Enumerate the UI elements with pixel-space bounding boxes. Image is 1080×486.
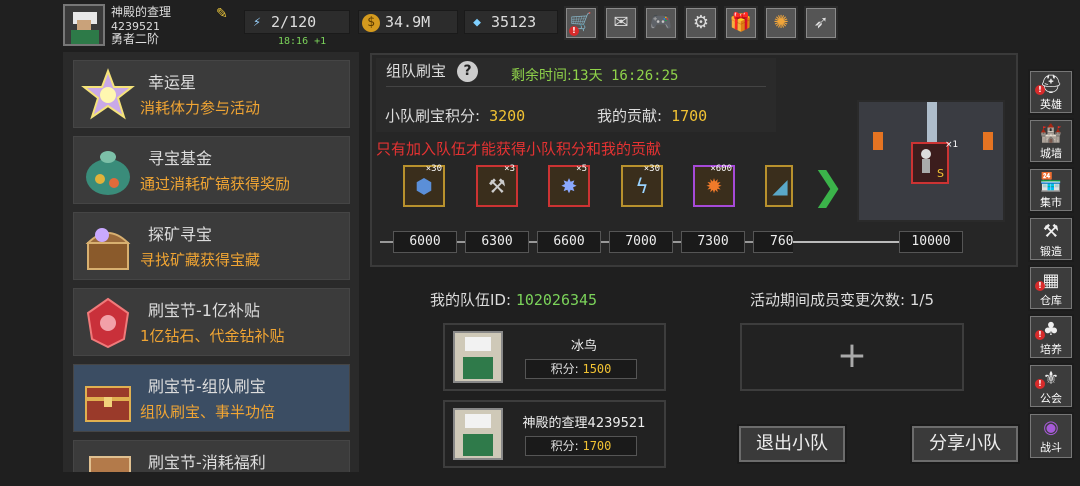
gold-counter[interactable]: $ 34.9M: [358, 10, 458, 34]
lightning-icon: ϟ: [635, 174, 649, 198]
help-icon[interactable]: ?: [457, 61, 478, 82]
sidebar-item-battle[interactable]: ◉ 战斗: [1028, 412, 1074, 460]
diamond-icon: ◆: [473, 15, 481, 30]
player-avatar[interactable]: [63, 4, 105, 46]
mail-icon: ✉: [613, 12, 629, 33]
lightning-icon: ⚡: [253, 15, 261, 30]
dungeon-scene: S ×1: [857, 100, 1005, 222]
panel-title: 组队刷宝: [386, 62, 447, 80]
reward-item[interactable]: ⬢ ×30: [403, 164, 445, 207]
gamepad-button[interactable]: 🎮: [644, 6, 678, 40]
red-gem-icon: [80, 295, 136, 351]
join-warning: 只有加入队伍才能获得小队积分和我的贡献: [376, 140, 662, 158]
player-name: 神殿的查理: [111, 5, 172, 19]
dark-item-icon: ◢: [772, 174, 788, 198]
stamina-timer: 18:16 +1: [278, 36, 327, 47]
shop-cart-button[interactable]: 🛒!: [564, 6, 598, 40]
reward-item[interactable]: ⚒ ×3: [476, 164, 518, 207]
member-avatar: [453, 408, 503, 460]
scroll-icon: [80, 447, 136, 472]
sidebar-item-hero[interactable]: ⛑ 英雄!: [1028, 69, 1074, 115]
edit-icon[interactable]: ✎: [216, 6, 232, 22]
aperture-icon: ✺: [773, 12, 789, 33]
sidebar-item-warehouse[interactable]: ▦ 仓库!: [1028, 265, 1074, 311]
reward-item[interactable]: ✹ ×600: [693, 164, 735, 207]
event-item-subsidy[interactable]: 刷宝节-1亿补贴 1亿钻石、代金钻补贴: [73, 288, 350, 356]
anvil-icon: ⚒: [1042, 221, 1060, 242]
milestone-label: 6000: [393, 231, 457, 253]
milestone-label: 6600: [537, 231, 601, 253]
feather-icon: ➶: [813, 12, 829, 33]
treasure-fund-icon: [80, 143, 136, 199]
team-id: 我的队伍ID: 102026345: [430, 291, 598, 309]
add-member-button[interactable]: +: [740, 323, 964, 391]
leave-team-button[interactable]: 退出小队: [737, 424, 847, 464]
milestone-track-end: [790, 241, 900, 243]
diamond-counter[interactable]: ◆ 35123: [464, 10, 558, 34]
divider: [386, 86, 766, 87]
event-item-treasure-fund[interactable]: 寻宝基金 通过消耗矿镐获得奖励: [73, 136, 350, 204]
aperture-button[interactable]: ✺: [764, 6, 798, 40]
event-item-consume-welfare[interactable]: 刷宝节-消耗福利: [73, 440, 350, 472]
remaining-time: 剩余时间:13天 16:26:25: [511, 68, 679, 84]
event-item-mining[interactable]: 探矿寻宝 寻找矿藏获得宝藏: [73, 212, 350, 280]
stamina-counter[interactable]: ⚡ 2/120: [244, 10, 350, 34]
market-icon: 🏪: [1039, 172, 1063, 193]
team-member-card[interactable]: 冰鸟 积分: 1500: [443, 323, 666, 391]
gamepad-icon: 🎮: [649, 12, 673, 33]
pickaxe-icon: ⚒: [488, 174, 506, 198]
ore-icon: ⬢: [415, 174, 433, 198]
gift-icon: 🎁: [729, 12, 753, 33]
mail-button[interactable]: ✉: [604, 6, 638, 40]
fire-orb-icon: ✹: [705, 174, 723, 198]
portal-icon: ◉: [1043, 417, 1059, 438]
member-score: 积分: 1700: [525, 436, 637, 456]
player-rank: 勇者二阶: [111, 32, 160, 46]
chevron-right-icon[interactable]: ❯: [812, 165, 844, 207]
milestone-label: 6300: [465, 231, 529, 253]
event-list[interactable]: 幸运星 消耗体力参与活动 寻宝基金 通过消耗矿镐获得奖励 探矿寻宝 寻找矿藏获得…: [63, 52, 359, 472]
milestone-label-final: 10000: [899, 231, 963, 253]
sidebar-item-forge[interactable]: ⚒ 锻造: [1028, 216, 1074, 262]
team-score: 小队刷宝积分: 3200: [385, 107, 526, 125]
member-avatar: [453, 331, 503, 383]
event-item-lucky-star[interactable]: 幸运星 消耗体力参与活动: [73, 60, 350, 128]
event-item-team-farming[interactable]: 刷宝节-组队刷宝 组队刷宝、事半功倍: [73, 364, 350, 432]
sidebar-item-market[interactable]: 🏪 集市: [1028, 167, 1074, 213]
gold-coin-icon: $: [362, 14, 380, 32]
treasure-chest-icon: [80, 219, 136, 275]
member-score: 积分: 1500: [525, 359, 637, 379]
sidebar-item-train[interactable]: ♣ 培养!: [1028, 314, 1074, 360]
lucky-star-icon: [80, 67, 136, 123]
milestone-label: 760: [753, 231, 793, 253]
sidebar-item-guild[interactable]: ⚜ 公会!: [1028, 363, 1074, 409]
reward-item[interactable]: ✸ ×5: [548, 164, 590, 207]
my-contribution: 我的贡献: 1700: [597, 107, 708, 125]
milestone-label: 7300: [681, 231, 745, 253]
wall-icon: 🏰: [1039, 123, 1063, 144]
feather-button[interactable]: ➶: [804, 6, 838, 40]
gear-icon: ⚙: [692, 12, 710, 33]
sidebar-item-wall[interactable]: 🏰 城墙: [1028, 118, 1074, 164]
team-member-card[interactable]: 神殿的查理4239521 积分: 1700: [443, 400, 666, 468]
crystal-icon: ✸: [560, 174, 578, 198]
milestone-label: 7000: [609, 231, 673, 253]
member-change-count: 活动期间成员变更次数: 1/5: [750, 291, 934, 309]
gift-button[interactable]: 🎁: [724, 6, 758, 40]
settings-button[interactable]: ⚙: [684, 6, 718, 40]
red-chest-icon: [80, 371, 136, 427]
boss-slot[interactable]: S: [911, 142, 949, 184]
reward-item[interactable]: ◢: [765, 165, 793, 207]
share-team-button[interactable]: 分享小队: [910, 424, 1020, 464]
reward-item[interactable]: ϟ ×30: [621, 164, 663, 207]
